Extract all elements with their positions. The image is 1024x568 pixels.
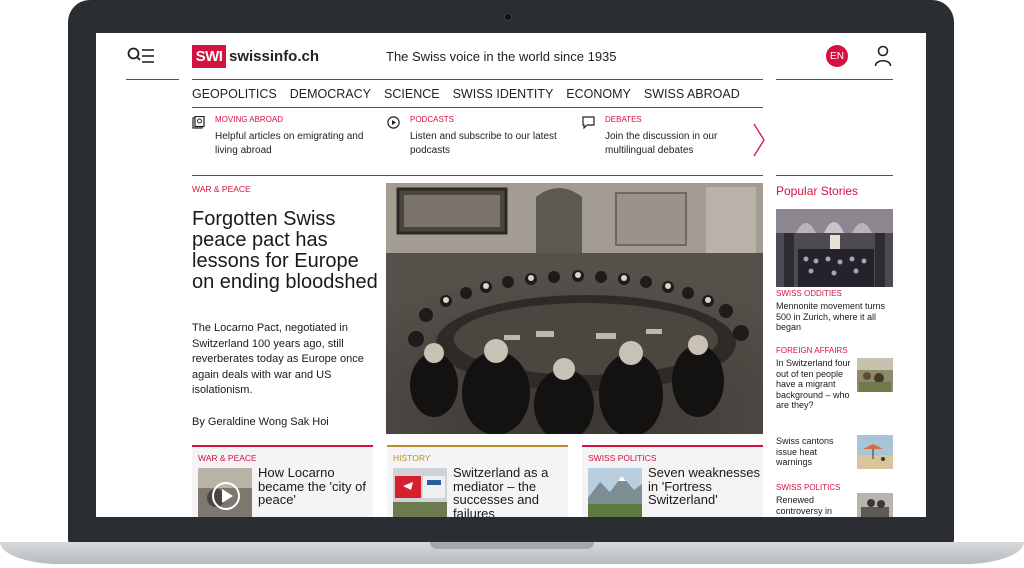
passport-icon: [192, 116, 205, 129]
story-thumb[interactable]: [588, 468, 642, 517]
popular-story-text[interactable]: Swiss cantons issue heat warnings: [776, 436, 848, 468]
logo-text: swissinfo.ch: [229, 48, 320, 65]
header-rule-left: [126, 79, 179, 80]
hero-lead: The Locarno Pact, negotiated in Switzerl…: [192, 322, 364, 396]
hero-photo[interactable]: [386, 183, 763, 434]
promo-text: Helpful articles on emigrating and livin…: [215, 131, 364, 156]
promo-text: Join the discussion in our multilingual …: [605, 131, 718, 156]
promo-text: Listen and subscribe to our latest podca…: [410, 131, 557, 156]
card-category[interactable]: HISTORY: [393, 453, 430, 463]
card-category[interactable]: WAR & PEACE: [198, 453, 257, 463]
chat-icon: [582, 116, 595, 129]
card-category[interactable]: SWISS POLITICS: [588, 453, 657, 463]
promo-rule: [192, 175, 763, 176]
popular-thumb[interactable]: [857, 435, 893, 469]
site-tagline: The Swiss voice in the world since 1935: [386, 49, 617, 64]
popular-thumb[interactable]: [857, 358, 893, 392]
promo-label: DEBATES: [605, 115, 642, 124]
popular-category[interactable]: SWISS POLITICS: [776, 483, 840, 492]
popular-story-text[interactable]: Renewed controversy in: [776, 495, 856, 516]
nav-science[interactable]: SCIENCE: [384, 87, 440, 101]
laptop-notch: [430, 542, 594, 549]
popular-story-text[interactable]: Mennonite movement turns 500 in Zurich, …: [776, 301, 893, 333]
nav-swiss-identity[interactable]: SWISS IDENTITY: [453, 87, 554, 101]
conference-photo-illustration: [386, 183, 763, 434]
search-menu-icon[interactable]: [127, 47, 155, 65]
story-thumb[interactable]: [393, 468, 447, 517]
story-card-locarno[interactable]: WAR & PEACE How Locarno became the 'city…: [192, 445, 373, 517]
popular-story-image[interactable]: [776, 209, 893, 287]
main-nav: GEOPOLITICS DEMOCRACY SCIENCE SWISS IDEN…: [192, 87, 753, 101]
locarno-thumb-illustration: [198, 468, 252, 517]
webcam: [504, 13, 512, 21]
video-thumb[interactable]: [198, 468, 252, 517]
popular-stories-title: Popular Stories: [776, 184, 859, 198]
hero-headline[interactable]: Forgotten Swiss peace pact has lessons f…: [192, 209, 378, 293]
card-accent-bar: [582, 445, 763, 447]
politics-thumb-illustration: [857, 493, 893, 517]
story-card-fortress[interactable]: SWISS POLITICS Seven weaknesses in 'Fort…: [582, 445, 763, 517]
popular-rule: [776, 175, 893, 176]
hero-category[interactable]: WAR & PEACE: [192, 184, 251, 194]
alps-thumb-illustration: [588, 468, 642, 517]
church-interior-illustration: [776, 209, 893, 287]
header-rule-right: [776, 79, 893, 80]
popular-category[interactable]: SWISS ODDITIES: [776, 289, 842, 298]
hero-byline[interactable]: By Geraldine Wong Sak Hoi: [192, 416, 329, 428]
popular-thumb[interactable]: [857, 493, 893, 517]
language-button[interactable]: EN: [826, 45, 848, 67]
promo-label: MOVING ABROAD: [215, 115, 284, 124]
nav-swiss-abroad[interactable]: SWISS ABROAD: [644, 87, 740, 101]
market-thumb-illustration: [857, 358, 893, 392]
nav-rule: [192, 107, 763, 108]
card-accent-bar: [192, 445, 373, 447]
play-icon: [387, 116, 400, 129]
mediator-thumb-illustration: [393, 468, 447, 517]
card-accent-bar: [387, 445, 568, 447]
chevron-right-icon[interactable]: [752, 123, 766, 157]
nav-democracy[interactable]: DEMOCRACY: [290, 87, 371, 101]
popular-category[interactable]: FOREIGN AFFAIRS: [776, 346, 848, 355]
browser-screen: SWI swissinfo.ch The Swiss voice in the …: [96, 33, 926, 517]
card-title[interactable]: How Locarno became the 'city of peace': [258, 466, 370, 507]
beach-thumb-illustration: [857, 435, 893, 469]
site-logo[interactable]: SWI swissinfo.ch: [192, 45, 319, 68]
popular-story-text[interactable]: In Switzerland four out of ten people ha…: [776, 358, 856, 411]
header-rule-mid: [192, 79, 763, 80]
nav-geopolitics[interactable]: GEOPOLITICS: [192, 87, 277, 101]
card-title[interactable]: Switzerland as a mediator – the successe…: [453, 466, 565, 517]
promo-label: PODCASTS: [410, 115, 455, 124]
card-title[interactable]: Seven weaknesses in 'Fortress Switzerlan…: [648, 466, 760, 507]
logo-mark: SWI: [192, 45, 226, 68]
story-card-mediator[interactable]: HISTORY Switzerland as a mediator – the …: [387, 445, 568, 517]
user-icon[interactable]: [874, 45, 892, 67]
nav-economy[interactable]: ECONOMY: [566, 87, 631, 101]
